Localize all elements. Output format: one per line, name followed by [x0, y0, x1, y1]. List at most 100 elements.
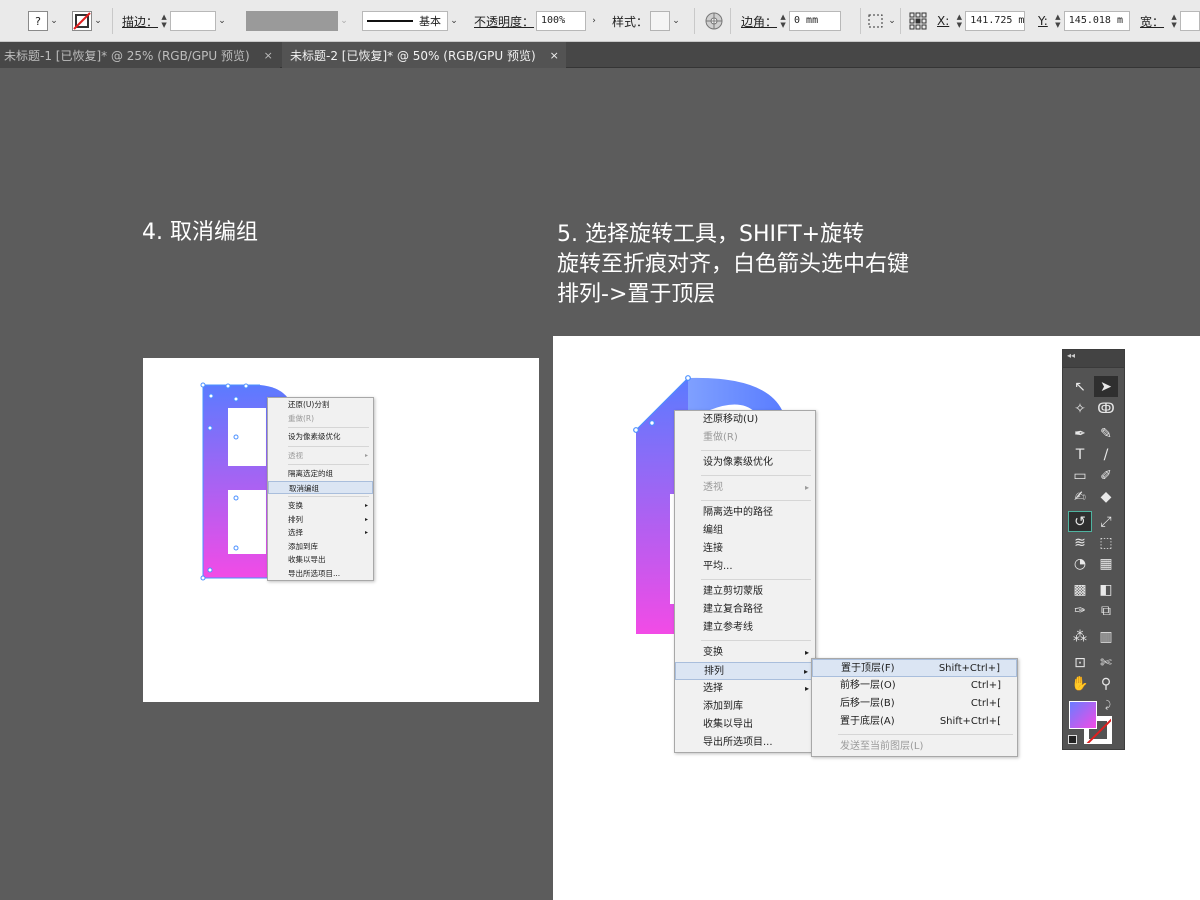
magic-wand-tool-icon[interactable]: ✧	[1068, 398, 1092, 419]
brush-definition[interactable]: 基本 ⌄	[362, 10, 460, 32]
y-input[interactable]: 145.018 m	[1063, 11, 1130, 31]
chevron-right-icon[interactable]: ›	[586, 11, 602, 31]
step-5-caption-line-3: 排列->置于顶层	[557, 282, 716, 307]
lasso-tool-icon[interactable]: ↂ	[1094, 398, 1118, 419]
menu-item[interactable]: 收集以导出	[675, 716, 815, 734]
menu-item[interactable]: 置于底层(A) Shift+Ctrl+[	[812, 713, 1017, 731]
stroke-weight-input[interactable]	[170, 11, 217, 31]
fill-color-control[interactable]: ? ⌄	[28, 10, 60, 32]
type-tool-icon[interactable]: T	[1068, 444, 1092, 465]
tab-document-1[interactable]: 未标题-1 [已恢复]* @ 25% (RGB/GPU 预览) ×	[0, 42, 280, 68]
chevron-down-icon[interactable]: ⌄	[216, 11, 228, 31]
direct-selection-tool-icon[interactable]: ➤	[1094, 376, 1118, 397]
opacity-input[interactable]: 100%	[536, 11, 587, 31]
gradient-tool-icon[interactable]: ◧	[1094, 579, 1118, 600]
stepper-icon[interactable]: ▲ ▼	[953, 11, 965, 31]
perspective-grid-tool-icon[interactable]: ▦	[1094, 553, 1118, 574]
stepper-icon[interactable]: ▲ ▼	[158, 11, 170, 31]
brush-field[interactable]: 基本	[362, 11, 448, 31]
chevron-down-icon[interactable]: ⌄	[670, 11, 682, 31]
width-input[interactable]	[1180, 11, 1200, 31]
shaper-tool-icon[interactable]: ✍	[1068, 486, 1092, 507]
menu-item[interactable]: 收集以导出	[268, 553, 373, 567]
menu-item-label: 收集以导出	[288, 555, 326, 564]
menu-item[interactable]: 排列 ▸	[268, 513, 373, 527]
zoom-tool-icon[interactable]: ⚲	[1094, 673, 1118, 694]
mesh-tool-icon[interactable]: ▩	[1068, 579, 1092, 600]
menu-item[interactable]: 设为像素级优化	[268, 430, 373, 444]
symbol-sprayer-tool-icon[interactable]: ⁂	[1068, 626, 1092, 647]
menu-item[interactable]: 还原移动(U)	[675, 411, 815, 429]
corner-input[interactable]: 0 mm	[789, 11, 842, 31]
graphic-style-swatch[interactable]	[650, 11, 671, 31]
chevron-down-icon[interactable]: ⌄	[92, 11, 104, 31]
tab-document-2[interactable]: 未标题-2 [已恢复]* @ 50% (RGB/GPU 预览) ×	[282, 42, 566, 68]
menu-item[interactable]: 置于顶层(F) Shift+Ctrl+]	[812, 659, 1017, 677]
rotate-tool-icon[interactable]: ↺	[1068, 511, 1092, 532]
select-similar-icon	[868, 14, 883, 28]
menu-item[interactable]: 连接	[675, 540, 815, 558]
eyedropper-tool-icon[interactable]: ✑	[1068, 600, 1092, 621]
menu-item[interactable]: 取消编组	[268, 480, 373, 494]
line-tool-icon[interactable]: /	[1094, 444, 1118, 465]
swap-colors-icon[interactable]: ⤸	[1105, 700, 1111, 711]
menu-item[interactable]: 变换 ▸	[675, 644, 815, 662]
menu-item[interactable]: 变换 ▸	[268, 499, 373, 513]
menu-item[interactable]: 建立参考线	[675, 619, 815, 637]
curvature-tool-icon[interactable]: ✎	[1094, 423, 1118, 444]
stroke-color-control[interactable]: ⌄	[72, 10, 104, 32]
pen-tool-icon[interactable]: ✒	[1068, 423, 1092, 444]
stepper-icon[interactable]: ▲ ▼	[1168, 11, 1180, 31]
shape-builder-tool-icon[interactable]: ◔	[1068, 553, 1092, 574]
x-input[interactable]: 141.725 m	[965, 11, 1026, 31]
width-tool-icon[interactable]: ≋	[1068, 532, 1092, 553]
variable-width-profile[interactable]: ⌄	[246, 10, 350, 32]
menu-item[interactable]: 添加到库	[675, 698, 815, 716]
menu-item[interactable]: 排列 ▸	[675, 662, 815, 680]
close-icon[interactable]: ×	[264, 49, 273, 62]
menu-item[interactable]: 平均...	[675, 558, 815, 576]
column-graph-tool-icon[interactable]: ▥	[1094, 626, 1118, 647]
chevron-down-icon[interactable]: ⌄	[448, 11, 460, 31]
selection-tool-icon[interactable]: ↖	[1068, 376, 1092, 397]
select-similar-control[interactable]: ⌄	[866, 10, 898, 32]
slice-tool-icon[interactable]: ✄	[1094, 652, 1118, 673]
fill-color-swatch[interactable]	[1069, 701, 1097, 729]
stepper-icon[interactable]: ▲ ▼	[1052, 11, 1064, 31]
rectangle-tool-icon[interactable]: ▭	[1068, 465, 1092, 486]
menu-item[interactable]: 设为像素级优化	[675, 454, 815, 472]
scale-tool-icon[interactable]: ⤢	[1094, 511, 1118, 532]
chevron-down-icon[interactable]: ⌄	[48, 11, 60, 31]
stroke-none-swatch[interactable]	[72, 11, 92, 31]
menu-item[interactable]: 前移一层(O) Ctrl+]	[812, 677, 1017, 695]
menu-item[interactable]: 隔离选中的路径	[675, 504, 815, 522]
artboard-tool-icon[interactable]: ⊡	[1068, 652, 1092, 673]
menu-item[interactable]: 建立复合路径	[675, 601, 815, 619]
close-icon[interactable]: ×	[550, 49, 559, 62]
menu-item[interactable]: 选择 ▸	[675, 680, 815, 698]
menu-item[interactable]: 编组	[675, 522, 815, 540]
menu-item[interactable]: 导出所选项目...	[268, 567, 373, 581]
stepper-icon[interactable]: ▲ ▼	[777, 11, 789, 31]
paintbrush-tool-icon[interactable]: ✐	[1094, 465, 1118, 486]
reference-point-control[interactable]	[908, 10, 928, 32]
menu-item[interactable]: 隔离选定的组	[268, 467, 373, 481]
blend-tool-icon[interactable]: ⧉	[1094, 600, 1118, 621]
panel-collapse-icon[interactable]: ◂◂	[1063, 350, 1124, 368]
default-colors-icon[interactable]	[1068, 735, 1077, 744]
submenu-arrow-icon: ▸	[804, 648, 809, 657]
hand-tool-icon[interactable]: ✋	[1068, 673, 1092, 694]
menu-item[interactable]: 建立剪切蒙版	[675, 583, 815, 601]
menu-item[interactable]: 还原(U)分割	[268, 398, 373, 412]
free-transform-tool-icon[interactable]: ⬚	[1094, 532, 1118, 553]
menu-item[interactable]: 添加到库	[268, 540, 373, 554]
fill-swatch[interactable]: ?	[28, 11, 48, 31]
recolor-artwork-button[interactable]	[704, 10, 724, 32]
eraser-tool-icon[interactable]: ◆	[1094, 486, 1118, 507]
menu-item-label: 排列	[704, 666, 724, 677]
menu-item[interactable]: 选择 ▸	[268, 526, 373, 540]
reference-point-icon	[909, 12, 927, 30]
menu-item[interactable]: 后移一层(B) Ctrl+[	[812, 695, 1017, 713]
chevron-down-icon[interactable]: ⌄	[886, 11, 898, 31]
menu-item[interactable]: 导出所选项目...	[675, 734, 815, 752]
